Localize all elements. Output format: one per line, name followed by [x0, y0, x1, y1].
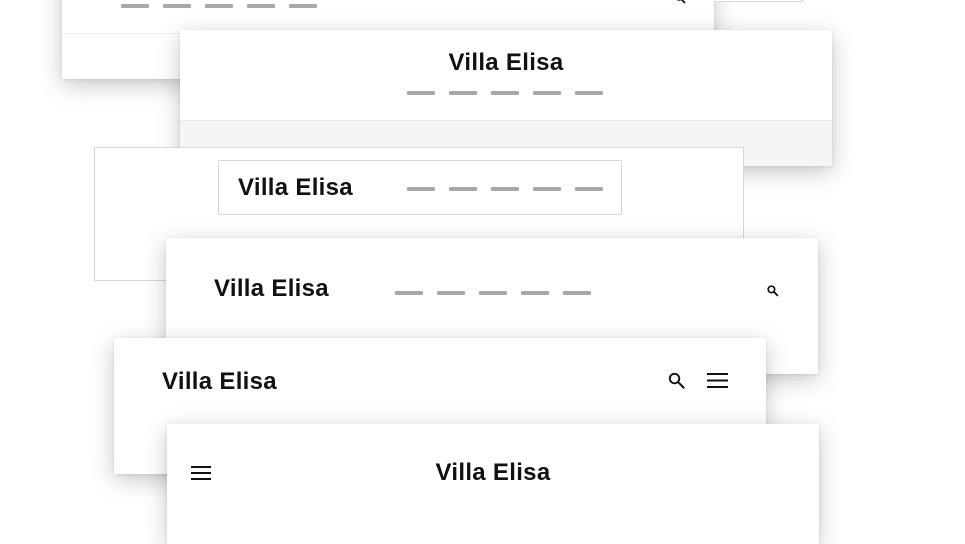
logo[interactable]: Villa Elisa	[167, 459, 819, 487]
nav-item-placeholder[interactable]	[449, 91, 477, 95]
nav-placeholder[interactable]	[121, 4, 317, 8]
logo[interactable]: Villa Elisa	[238, 174, 353, 202]
nav-item-placeholder[interactable]	[491, 91, 519, 95]
logo[interactable]: Villa Elisa	[214, 275, 329, 303]
nav-item-placeholder[interactable]	[437, 291, 465, 295]
nav-item-placeholder[interactable]	[407, 91, 435, 95]
search-icon[interactable]	[667, 371, 686, 390]
nav-item-placeholder[interactable]	[205, 4, 233, 8]
nav-item-placeholder[interactable]	[449, 187, 477, 191]
nav-item-placeholder[interactable]	[407, 187, 435, 191]
nav-item-placeholder[interactable]	[533, 187, 561, 191]
nav-item-placeholder[interactable]	[247, 4, 275, 8]
logo[interactable]: Villa Elisa	[180, 49, 832, 77]
nav-placeholder[interactable]	[395, 291, 591, 295]
nav-item-placeholder[interactable]	[575, 91, 603, 95]
nav-item-placeholder[interactable]	[533, 91, 561, 95]
header-variant-6: Villa Elisa	[167, 424, 819, 544]
nav-item-placeholder[interactable]	[121, 4, 149, 8]
nav-item-placeholder[interactable]	[289, 4, 317, 8]
nav-placeholder[interactable]	[407, 187, 603, 191]
nav-item-placeholder[interactable]	[575, 187, 603, 191]
background-card-edge	[714, 0, 803, 2]
nav-item-placeholder[interactable]	[479, 291, 507, 295]
search-icon[interactable]	[674, 0, 686, 4]
search-icon[interactable]	[766, 284, 779, 297]
nav-placeholder[interactable]	[407, 91, 603, 95]
nav-item-placeholder[interactable]	[163, 4, 191, 8]
nav-item-placeholder[interactable]	[395, 291, 423, 295]
hamburger-menu-icon[interactable]	[707, 373, 728, 388]
logo[interactable]: Villa Elisa	[162, 368, 277, 396]
boxed-header: Villa Elisa	[218, 160, 622, 215]
nav-item-placeholder[interactable]	[563, 291, 591, 295]
header-variant-2: Villa Elisa	[180, 30, 832, 166]
nav-item-placeholder[interactable]	[521, 291, 549, 295]
nav-item-placeholder[interactable]	[491, 187, 519, 191]
